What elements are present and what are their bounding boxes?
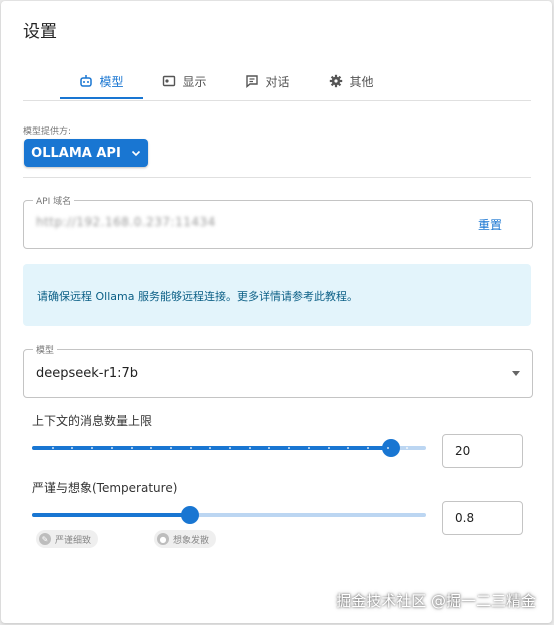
gear-icon — [330, 74, 343, 88]
chat-icon — [246, 75, 259, 88]
context-limit-value: 20 — [455, 444, 471, 458]
dropdown-arrow-icon — [512, 371, 520, 376]
model-select[interactable]: 模型 deepseek-r1:7b — [23, 343, 533, 398]
provider-select-button[interactable]: OLLAMA API — [24, 139, 148, 167]
tab-chat-label: 对话 — [265, 74, 290, 89]
tab-other-label: 其他 — [349, 74, 374, 89]
watermark: 掘金技术社区 @掘一二三精金 — [336, 592, 536, 610]
chip-creative-label: 想象发散 — [173, 535, 210, 546]
provider-value: OLLAMA API — [31, 145, 121, 161]
slider-tick — [366, 447, 369, 449]
slider-tick — [110, 447, 113, 449]
chip-creative: ● 想象发散 — [154, 530, 217, 548]
info-alert-text: 请确保远程 Ollama 服务能够远程连接。更多详情请参考此教程。 — [37, 290, 358, 303]
dialog-title: 设置 — [23, 22, 57, 42]
precise-icon: ✎ — [39, 533, 51, 545]
context-limit-label: 上下文的消息数量上限 — [32, 414, 153, 428]
robot-icon — [80, 75, 93, 87]
tab-chat[interactable]: 对话 — [236, 63, 299, 99]
tab-other[interactable]: 其他 — [320, 63, 383, 99]
slider-tick — [189, 447, 192, 449]
slider-fill — [32, 513, 190, 517]
api-host-legend: API 域名 — [33, 194, 75, 207]
slider-tick — [386, 447, 389, 449]
tab-display[interactable]: 显示 — [153, 63, 216, 99]
reset-button[interactable]: 重置 — [478, 216, 502, 233]
model-value: deepseek-r1:7b — [36, 366, 139, 381]
tab-bar: 模型 显示 对话 其他 — [23, 63, 531, 101]
provider-label: 模型提供方: — [23, 127, 72, 137]
slider-tick — [229, 447, 231, 449]
context-limit-slider[interactable] — [32, 439, 426, 457]
api-host-field[interactable]: API 域名 http://192.168.0.237:11434 重置 — [23, 194, 533, 249]
tab-model-label: 模型 — [99, 74, 124, 89]
slider-tick — [51, 447, 54, 449]
section-divider — [23, 177, 531, 178]
api-host-input[interactable]: http://192.168.0.237:11434 — [36, 215, 216, 229]
tab-display-label: 显示 — [182, 74, 207, 89]
tab-model[interactable]: 模型 — [60, 63, 143, 99]
temperature-label: 严谨与想象(Temperature) — [32, 481, 178, 495]
chip-precise-label: 严谨细致 — [55, 535, 92, 546]
slider-tick — [169, 447, 172, 449]
slider-tick — [307, 447, 310, 449]
slider-tick — [130, 447, 133, 449]
temperature-input[interactable]: 0.8 — [442, 501, 523, 535]
info-alert: 请确保远程 Ollama 服务能够远程连接。更多详情请参考此教程。 — [23, 264, 531, 326]
slider-thumb[interactable] — [381, 439, 400, 457]
chip-precise: ✎ 严谨细致 — [36, 530, 99, 548]
settings-dialog: 设置 模型 显示 对话 其他 模型提供方: OLLAMA API API 域名 … — [1, 1, 552, 623]
temperature-value: 0.8 — [455, 511, 475, 525]
display-icon — [163, 75, 176, 87]
slider-fill — [32, 446, 391, 450]
chevron-down-icon — [131, 150, 140, 157]
lightbulb-icon: ● — [157, 533, 169, 545]
slider-thumb[interactable] — [180, 506, 199, 524]
slider-tick — [248, 447, 251, 449]
context-limit-input[interactable]: 20 — [442, 434, 523, 468]
slider-tick — [327, 447, 330, 449]
model-legend: 模型 — [33, 343, 58, 356]
tab-active-indicator — [60, 97, 143, 99]
temperature-slider[interactable] — [32, 506, 426, 524]
